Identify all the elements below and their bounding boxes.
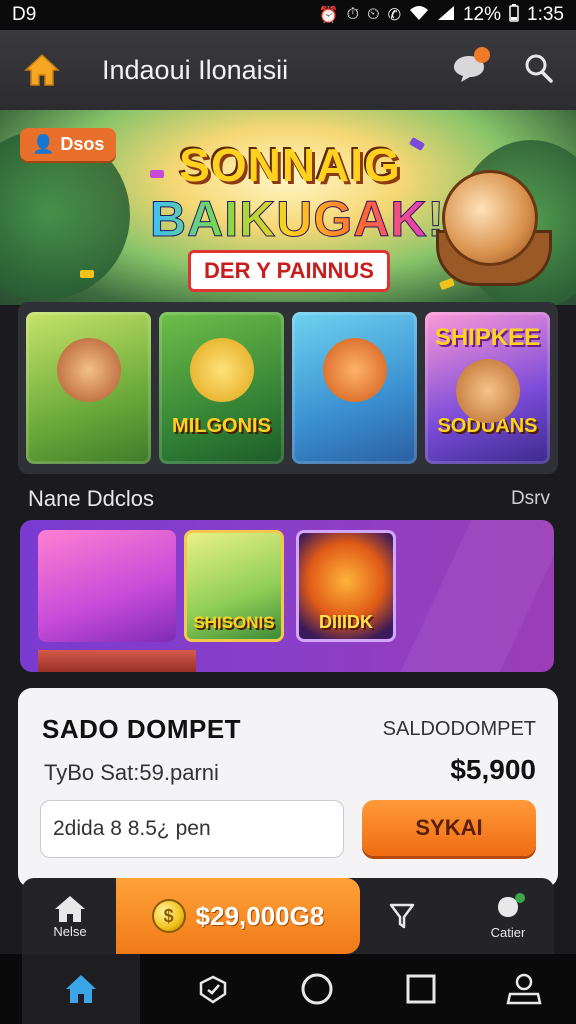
profile-icon <box>506 973 542 1005</box>
game-tile[interactable]: MILGONIS <box>159 312 284 464</box>
confetti <box>80 270 94 278</box>
promo-tile[interactable]: SHISONIS <box>184 530 284 642</box>
mascot-illustration <box>442 170 538 266</box>
account-label: Catier <box>490 924 526 940</box>
app-title: Indaoui Ilonaisii <box>102 54 289 85</box>
wallet-action-button[interactable]: SYKAI <box>362 800 536 856</box>
home-button[interactable] <box>22 50 62 90</box>
hero-banner[interactable]: 👤 Dsos SONNAIG BAIKUGAK! DER Y PAINNUS <box>0 110 576 305</box>
nav-home-button[interactable] <box>21 954 140 1024</box>
character-illustration <box>56 337 121 402</box>
status-right: ⏰ ⏱ ⏲ ✆ 12% 1:35 <box>318 3 564 27</box>
game-tile[interactable] <box>292 312 417 464</box>
banner-ribbon: DER Y PAINNUS <box>188 250 390 292</box>
bottom-home-label: Nelse <box>53 923 87 939</box>
wallet-amount: $5,900 <box>450 754 536 785</box>
filter-button[interactable] <box>362 878 442 954</box>
section-title: Nane Ddclos <box>28 486 154 511</box>
promo-carousel: SHISONIS DIIIDK <box>20 520 554 672</box>
home-icon <box>24 53 60 86</box>
nav-assistant-button[interactable] <box>183 959 243 1019</box>
game-tile-title: SHIPKEE <box>434 324 541 351</box>
app-bar: Indaoui Ilonaisii <box>0 30 576 110</box>
status-bar: D9 ⏰ ⏱ ⏲ ✆ 12% 1:35 <box>0 0 576 30</box>
game-tile-label: MILGONIS <box>172 415 271 437</box>
user-icon: 👤 <box>32 134 55 154</box>
confetti <box>439 277 455 291</box>
character-illustration <box>189 337 254 402</box>
wallet-input-value: 2dida 8 8.5¿ pen <box>53 817 211 840</box>
banner-title-line2: BAIKUGAK! <box>150 191 446 248</box>
vibrate-icon: ✆ <box>387 7 401 24</box>
signal-icon <box>437 5 455 26</box>
promo-progress-bar <box>38 650 196 672</box>
promo-tile-label: SHISONIS <box>193 613 275 632</box>
clock-icon: ⏱ <box>346 6 360 23</box>
game-grid: MILGONIS SHIPKEE SODUANS <box>18 302 558 474</box>
home-icon <box>65 975 96 1003</box>
bell-icon <box>200 975 227 1004</box>
alarm-icon: ⏰ <box>318 7 339 24</box>
wallet-title: SADO DOMPET <box>42 714 242 744</box>
promo-tile[interactable]: DIIIDK <box>296 530 396 642</box>
wallet-input-field[interactable]: 2dida 8 8.5¿ pen <box>40 800 344 858</box>
nav-circle-button[interactable] <box>287 959 347 1019</box>
status-time: 1:35 <box>527 4 564 25</box>
balance-button[interactable]: $ $29,000G8 <box>116 878 360 954</box>
battery-percent: 12% <box>462 4 502 25</box>
status-left-text: D9 <box>12 4 37 25</box>
timer-icon: ⏲ <box>367 6 380 23</box>
promo-tile[interactable] <box>38 530 176 642</box>
character-illustration <box>322 337 387 402</box>
account-icon <box>498 892 525 917</box>
nav-profile-button[interactable] <box>494 959 554 1019</box>
section-header: Nane Ddclos Dsrv <box>28 486 550 512</box>
banner-title-line1: SONNAIG <box>179 139 401 191</box>
users-badge-label: Dsos <box>60 134 105 154</box>
circle-icon <box>301 973 333 1005</box>
wifi-icon <box>409 5 429 26</box>
system-nav-bar <box>0 954 576 1024</box>
bottom-home-button[interactable]: Nelse <box>22 878 118 954</box>
balance-value: $29,000G8 <box>195 900 325 931</box>
users-badge[interactable]: 👤 Dsos <box>20 128 117 161</box>
wallet-subtitle: TyBo Sat:59.parni <box>44 760 219 785</box>
account-button[interactable]: Catier <box>462 878 554 954</box>
promo-stripe <box>391 520 554 672</box>
bottom-quick-bar: Nelse $ $29,000G8 Catier <box>22 878 554 954</box>
wallet-title-right: SALDODOMPET <box>382 718 536 740</box>
section-more-link[interactable]: Dsrv <box>511 488 550 510</box>
search-button[interactable] <box>522 52 554 89</box>
battery-icon <box>509 3 519 27</box>
filter-icon <box>389 903 415 929</box>
wallet-card: SADO DOMPET SALDODOMPET TyBo Sat:59.parn… <box>18 688 558 888</box>
game-tile[interactable] <box>26 312 151 464</box>
notification-dot <box>474 46 490 63</box>
nav-square-button[interactable] <box>391 959 451 1019</box>
game-tile[interactable]: SHIPKEE SODUANS <box>425 312 550 464</box>
promo-tile-label: DIIIDK <box>319 612 373 632</box>
square-icon <box>406 974 436 1004</box>
home-icon <box>55 895 85 922</box>
search-icon <box>525 54 553 83</box>
chat-button[interactable] <box>452 46 490 88</box>
character-illustration <box>455 359 520 424</box>
coin-icon: $ <box>151 899 186 933</box>
